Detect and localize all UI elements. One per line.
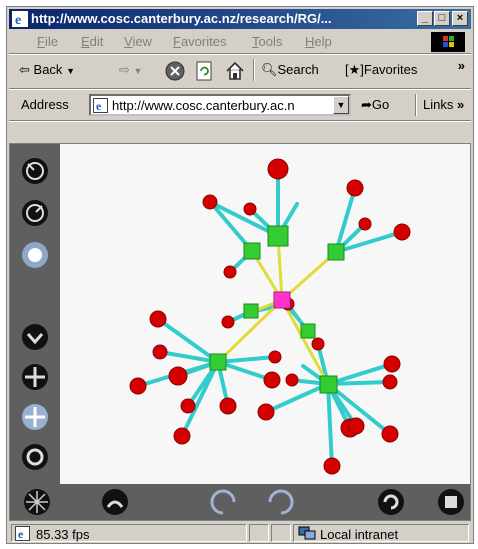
separator xyxy=(9,53,471,55)
windows-logo-icon xyxy=(431,32,465,52)
address-url: http://www.cosc.canterbury.ac.n xyxy=(112,98,295,113)
forward-arrow-icon: ⇨ xyxy=(119,62,130,77)
intranet-icon xyxy=(298,526,316,540)
title-bar[interactable]: e http://www.cosc.canterbury.ac.nz/resea… xyxy=(9,9,471,29)
ie-logo-icon: e xyxy=(12,11,28,27)
status-zone: Local intranet xyxy=(320,527,399,542)
toolbar-chevron-button[interactable]: » xyxy=(458,58,465,73)
chevron-down-icon: ▼ xyxy=(66,66,75,76)
rotate-ring-icon[interactable] xyxy=(18,154,52,188)
move-cross-icon[interactable] xyxy=(18,400,52,434)
favorites-icon: [★] xyxy=(345,62,364,77)
search-button[interactable]: 🔍︎Search xyxy=(261,62,319,78)
menu-file[interactable]: File xyxy=(37,34,58,49)
viewer-bottom-controls xyxy=(10,484,470,520)
stop-icon[interactable] xyxy=(165,61,185,81)
browser-window: e http://www.cosc.canterbury.ac.nz/resea… xyxy=(6,6,474,544)
move-cross-icon[interactable] xyxy=(18,360,52,394)
address-label: Address xyxy=(21,97,69,112)
window-title: http://www.cosc.canterbury.ac.nz/researc… xyxy=(31,11,332,26)
back-button[interactable]: ⇦ Back ▼ xyxy=(19,62,75,78)
standard-toolbar: ⇦ Back ▼ ⇨ ▼ 🔍︎Search [★]Favorites » xyxy=(9,56,471,88)
rotate-ring-icon[interactable] xyxy=(18,196,52,230)
search-icon: 🔍︎ xyxy=(261,62,278,77)
address-input[interactable]: e http://www.cosc.canterbury.ac.n ▼ xyxy=(89,94,351,116)
minimize-button[interactable]: _ xyxy=(417,11,433,26)
refresh-icon[interactable] xyxy=(195,61,213,81)
home-icon[interactable] xyxy=(225,61,245,81)
close-button[interactable]: × xyxy=(452,11,468,26)
zoom-ring-icon[interactable] xyxy=(18,238,52,272)
back-arrow-icon: ⇦ xyxy=(19,62,30,77)
page-content xyxy=(9,143,471,521)
graph-canvas xyxy=(129,158,411,475)
toolbar-separator xyxy=(415,94,417,116)
orbit-icon[interactable] xyxy=(18,440,52,474)
separator xyxy=(9,120,471,122)
menu-view[interactable]: View xyxy=(124,34,152,49)
viewer-left-controls xyxy=(10,144,60,484)
refresh-icon[interactable] xyxy=(374,485,408,519)
svg-text:e: e xyxy=(96,99,102,113)
status-pane-zone: Local intranet xyxy=(293,524,469,542)
go-button[interactable]: ➦Go xyxy=(361,97,389,113)
central-node[interactable] xyxy=(273,291,291,309)
status-fps: 85.33 fps xyxy=(36,527,90,542)
page-icon: e xyxy=(93,98,108,113)
address-dropdown-button[interactable]: ▼ xyxy=(333,96,349,114)
separator xyxy=(9,88,471,90)
menu-favorites[interactable]: Favorites xyxy=(173,34,226,49)
chevron-down-icon: ▼ xyxy=(133,66,143,76)
toolbar-separator xyxy=(253,59,255,81)
stop-icon[interactable] xyxy=(434,485,468,519)
menu-edit[interactable]: Edit xyxy=(81,34,103,49)
page-icon: e xyxy=(15,526,30,541)
go-arrow-icon: ➦ xyxy=(361,97,372,112)
home-icon[interactable] xyxy=(98,485,132,519)
status-pane xyxy=(249,524,269,542)
favorites-button[interactable]: [★]Favorites xyxy=(345,62,417,78)
rotate-right-icon[interactable] xyxy=(264,485,298,519)
spin-icon[interactable] xyxy=(20,485,54,519)
svg-text:e: e xyxy=(15,13,21,27)
rotate-left-icon[interactable] xyxy=(206,485,240,519)
svg-text:e: e xyxy=(18,527,24,541)
status-bar: e 85.33 fps Local intranet xyxy=(9,523,471,543)
forward-button[interactable]: ⇨ ▼ xyxy=(119,62,142,78)
menu-bar: File Edit View Favorites Tools Help xyxy=(9,31,471,53)
links-button[interactable]: Links » xyxy=(423,97,464,112)
graph-3d-viewport[interactable] xyxy=(60,144,470,484)
status-pane-main: e 85.33 fps xyxy=(11,524,247,542)
pan-down-icon[interactable] xyxy=(18,320,52,354)
menu-help[interactable]: Help xyxy=(305,34,332,49)
address-bar: Address e http://www.cosc.canterbury.ac.… xyxy=(9,91,471,119)
menu-tools[interactable]: Tools xyxy=(252,34,282,49)
maximize-button[interactable]: □ xyxy=(434,11,450,26)
status-pane xyxy=(271,524,291,542)
